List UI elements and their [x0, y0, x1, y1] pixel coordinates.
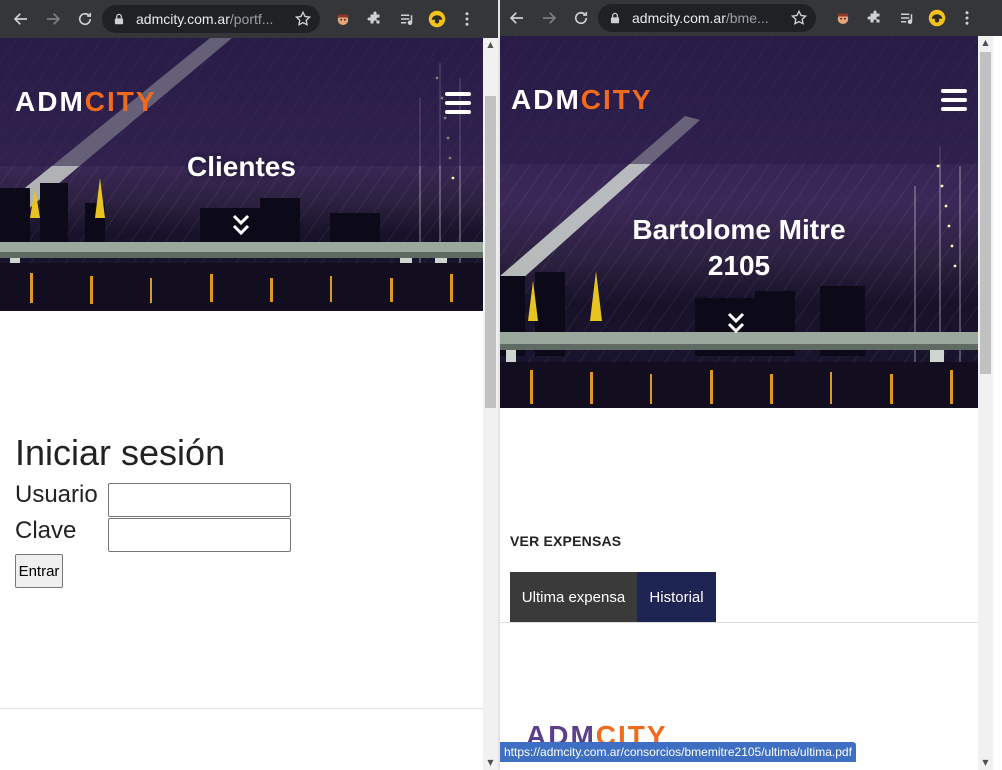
page-viewport: ADMCITY Clientes Iniciar sesión Usuario … [0, 38, 483, 770]
scroll-up-arrow[interactable]: ▲ [978, 36, 993, 50]
browser-toolbar: admcity.com.ar/portf... [0, 0, 498, 38]
content-divider [0, 708, 483, 709]
browser-window-right: admcity.com.ar/bme... ADMCITY Bartolome … [500, 0, 1002, 770]
scroll-thumb[interactable] [980, 52, 991, 374]
hero-banner: ADMCITY Bartolome Mitre 2105 [500, 36, 978, 408]
omnibox[interactable]: admcity.com.ar/bme... [598, 4, 816, 32]
kebab-menu-icon[interactable] [456, 8, 478, 30]
page-viewport: ADMCITY Bartolome Mitre 2105 VER EXPENSA… [500, 36, 978, 770]
status-bar-url: https://admcity.com.ar/consorcios/bmemit… [500, 742, 856, 762]
page-scrollbar[interactable]: ▲ ▼ [483, 38, 498, 770]
hero-title: Bartolome Mitre 2105 [632, 214, 846, 281]
star-icon[interactable] [294, 10, 312, 28]
site-logo[interactable]: ADMCITY [511, 84, 653, 116]
tab-historial[interactable]: Historial [637, 572, 716, 622]
browser-window-left: admcity.com.ar/portf... ADMCITY Clientes… [0, 0, 498, 770]
double-chevron-down-icon[interactable] [727, 312, 745, 334]
submit-button[interactable]: Entrar [15, 554, 63, 588]
double-chevron-down-icon[interactable] [232, 214, 250, 236]
expensas-tabs: Ultima expensa Historial [510, 572, 716, 622]
browser-toolbar: admcity.com.ar/bme... [500, 0, 1002, 36]
puzzle-icon[interactable] [364, 8, 386, 30]
user-input[interactable] [108, 483, 291, 517]
kebab-menu-icon[interactable] [956, 7, 978, 29]
star-icon[interactable] [790, 9, 808, 27]
lock-icon [114, 13, 124, 25]
scroll-up-arrow[interactable]: ▲ [483, 38, 498, 52]
profile-avatar-icon[interactable] [926, 7, 948, 29]
forward-arrow-icon[interactable] [42, 8, 64, 30]
extension-avatar-icon[interactable] [832, 7, 854, 29]
reload-icon[interactable] [74, 8, 96, 30]
extension-avatar-icon[interactable] [332, 8, 354, 30]
hamburger-menu-icon[interactable] [941, 89, 967, 111]
back-arrow-icon[interactable] [506, 7, 528, 29]
scroll-down-arrow[interactable]: ▼ [483, 756, 498, 770]
user-label: Usuario [15, 481, 98, 508]
tab-ultima-expensa[interactable]: Ultima expensa [510, 572, 637, 622]
tabs-underline [500, 622, 978, 623]
page-scrollbar[interactable]: ▲ ▼ [978, 36, 993, 770]
back-arrow-icon[interactable] [10, 8, 32, 30]
forward-arrow-icon[interactable] [538, 7, 560, 29]
hamburger-menu-icon[interactable] [445, 92, 471, 114]
profile-avatar-icon[interactable] [426, 8, 448, 30]
puzzle-icon[interactable] [864, 7, 886, 29]
login-title: Iniciar sesión [15, 432, 226, 473]
expensas-heading: VER EXPENSAS [510, 533, 622, 549]
reload-icon[interactable] [570, 7, 592, 29]
hero-title: Clientes [187, 151, 296, 182]
site-logo[interactable]: ADMCITY [15, 86, 157, 118]
scroll-thumb[interactable] [485, 96, 496, 408]
lock-icon [610, 12, 620, 24]
password-label: Clave [15, 517, 77, 544]
media-queue-icon[interactable] [396, 8, 418, 30]
url-text: admcity.com.ar/bme... [632, 10, 769, 26]
password-input[interactable] [108, 518, 291, 552]
url-text: admcity.com.ar/portf... [136, 11, 274, 27]
media-queue-icon[interactable] [896, 7, 918, 29]
omnibox[interactable]: admcity.com.ar/portf... [102, 5, 320, 33]
hero-banner: ADMCITY Clientes [0, 38, 483, 311]
scroll-down-arrow[interactable]: ▼ [978, 756, 993, 770]
